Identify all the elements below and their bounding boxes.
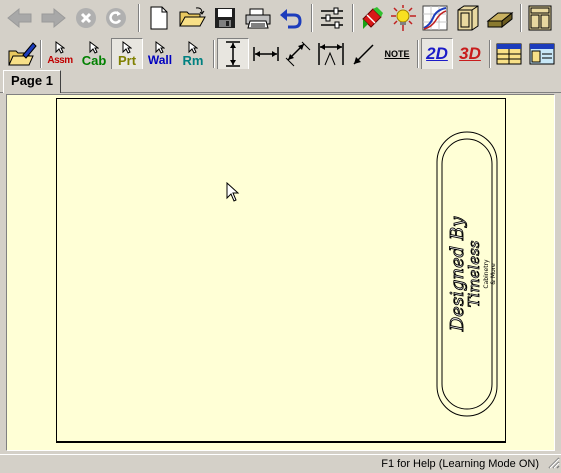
status-help-text: F1 for Help (Learning Mode ON) <box>381 458 539 470</box>
main-toolbar <box>0 0 561 36</box>
title-block: Designed By Timeless Cabinetry & More <box>436 131 498 417</box>
cab-mode-label: Cab <box>81 53 107 68</box>
undo-icon[interactable] <box>275 2 307 34</box>
leader-line-icon[interactable] <box>348 38 380 70</box>
status-bar: F1 for Help (Learning Mode ON) <box>0 454 561 473</box>
open-folder-icon[interactable] <box>176 2 208 34</box>
title-block-line3: Cabinetry <box>483 259 490 289</box>
cabinet-outline-icon[interactable] <box>451 2 483 34</box>
page-tab-bar: Page 1 <box>0 69 561 93</box>
chart-icon[interactable] <box>419 2 451 34</box>
size-grip-icon[interactable] <box>546 455 560 472</box>
save-icon[interactable] <box>209 2 241 34</box>
cursor-arrow-icon <box>55 41 65 54</box>
vertical-dimension-icon[interactable] <box>217 38 249 70</box>
paint-icon[interactable] <box>356 2 388 34</box>
assm-mode-button[interactable]: Assm <box>44 38 76 70</box>
view-2d-button[interactable]: 2D <box>421 38 453 70</box>
settings-sliders-icon[interactable] <box>316 2 348 34</box>
prt-mode-label: Prt <box>117 53 137 68</box>
cabinet-icon[interactable] <box>524 2 556 34</box>
prt-mode-button[interactable]: Prt <box>111 38 143 70</box>
view-3d-button[interactable]: 3D <box>454 38 486 70</box>
assm-mode-label: Assm <box>47 55 73 66</box>
print-icon[interactable] <box>242 2 274 34</box>
cab-mode-button[interactable]: Cab <box>78 38 110 70</box>
forward-icon[interactable] <box>37 2 69 34</box>
back-icon[interactable] <box>4 2 36 34</box>
new-document-icon[interactable] <box>143 2 175 34</box>
mode-toolbar: Assm Cab Prt Wall Rm NOTE 2D 3D <box>0 36 561 72</box>
rm-mode-label: Rm <box>182 53 204 68</box>
wall-mode-button[interactable]: Wall <box>144 38 176 70</box>
drawing-canvas[interactable]: Designed By Timeless Cabinetry & More <box>6 94 555 451</box>
layout-table-icon[interactable] <box>526 38 558 70</box>
horizontal-dimension-icon[interactable] <box>250 38 282 70</box>
layout-grid-icon[interactable] <box>493 38 525 70</box>
aligned-dimension-icon[interactable] <box>282 38 314 70</box>
edit-drawing-icon[interactable] <box>6 38 38 70</box>
refresh-icon[interactable] <box>100 2 132 34</box>
wall-mode-label: Wall <box>147 53 173 67</box>
mouse-pointer-icon <box>226 181 240 205</box>
light-bulb-icon[interactable] <box>387 2 419 34</box>
tab-page-1[interactable]: Page 1 <box>3 70 61 93</box>
drawing-sheet: Designed By Timeless Cabinetry & More <box>56 98 506 443</box>
panel-material-icon[interactable] <box>484 2 516 34</box>
angle-dimension-icon[interactable] <box>315 38 347 70</box>
title-block-line4: & More <box>490 263 497 285</box>
view-3d-label: 3D <box>459 44 481 63</box>
title-block-line2: Timeless <box>465 240 483 307</box>
note-button[interactable]: NOTE <box>381 38 413 70</box>
note-label: NOTE <box>384 49 410 59</box>
rm-mode-button[interactable]: Rm <box>177 38 209 70</box>
stop-icon[interactable] <box>70 2 102 34</box>
view-2d-label: 2D <box>426 44 448 63</box>
